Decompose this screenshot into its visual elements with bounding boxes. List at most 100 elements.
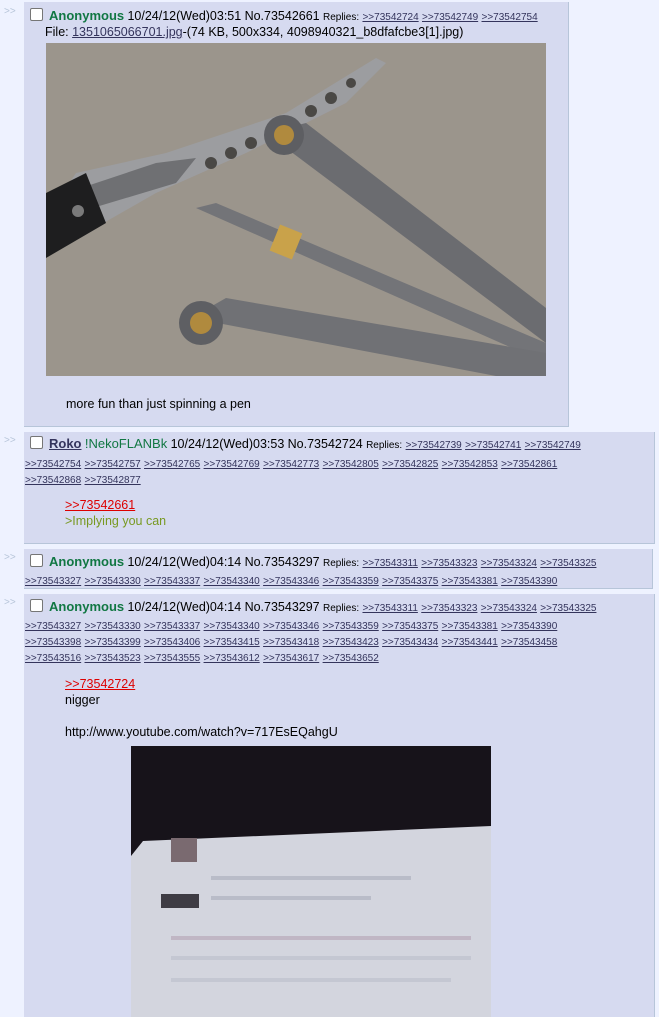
- post-comment: more fun than just spinning a pen: [66, 397, 251, 411]
- reply-link[interactable]: >>73543311: [362, 558, 417, 569]
- reply-link[interactable]: >>73542741: [465, 440, 521, 451]
- poster-tripcode: !NekoFLANBk: [84, 436, 168, 451]
- quote-link[interactable]: >>73542724: [65, 677, 135, 691]
- quote-link[interactable]: >>73542661: [65, 498, 135, 512]
- reply-link[interactable]: >>73543390: [501, 576, 557, 587]
- post-select-checkbox[interactable]: [30, 436, 43, 449]
- youtube-url: http://www.youtube.com/watch?v=717EsEQah…: [65, 725, 338, 739]
- replies-label: Replies:: [366, 440, 403, 451]
- post-number[interactable]: No.73542724: [288, 437, 363, 451]
- screen-photo: [131, 746, 491, 1017]
- reply-link[interactable]: >>73542868: [25, 475, 81, 486]
- reply-link[interactable]: >>73543555: [144, 653, 200, 664]
- greentext: >Implying you can: [65, 514, 167, 528]
- reply-link[interactable]: >>73543359: [323, 621, 379, 632]
- reply-link[interactable]: >>73543325: [540, 558, 596, 569]
- poster-name: Anonymous: [49, 554, 125, 569]
- post-arrow: >>: [4, 552, 16, 563]
- reply-link[interactable]: >>73543346: [263, 576, 319, 587]
- post-73542661: Anonymous 10/24/12(Wed)03:51 No.73542661…: [24, 2, 569, 427]
- reply-link[interactable]: >>73542739: [406, 440, 462, 451]
- post-arrow: >>: [4, 597, 16, 608]
- replies-label: Replies:: [322, 603, 360, 614]
- reply-link[interactable]: >>73543359: [323, 576, 379, 587]
- reply-link[interactable]: >>73543340: [204, 621, 260, 632]
- reply-link[interactable]: >>73543516: [25, 653, 81, 664]
- reply-link[interactable]: >>73543390: [501, 621, 557, 632]
- reply-link[interactable]: >>73543652: [323, 653, 379, 664]
- post-image[interactable]: [131, 746, 491, 1017]
- post-datetime: 10/24/12(Wed)03:51: [127, 9, 242, 23]
- file-label: File:: [45, 25, 69, 39]
- post-comment: nigger: [65, 693, 100, 707]
- reply-link[interactable]: >>73543617: [263, 653, 319, 664]
- reply-link[interactable]: >>73543330: [85, 621, 141, 632]
- post-number[interactable]: No.73542661: [245, 9, 320, 23]
- file-info: -(74 KB, 500x334, 4098940321_b8dfafcbe3[…: [182, 25, 464, 39]
- replies-label: Replies:: [322, 12, 360, 23]
- reply-link[interactable]: >>73542749: [525, 440, 581, 451]
- reply-link[interactable]: >>73542749: [422, 12, 478, 23]
- post-73543297-a: Anonymous 10/24/12(Wed)04:14 No.73543297…: [24, 549, 653, 589]
- reply-link[interactable]: >>73543324: [481, 558, 537, 569]
- reply-link[interactable]: >>73543381: [442, 576, 498, 587]
- reply-link[interactable]: >>73542805: [323, 459, 379, 470]
- post-number[interactable]: No.73543297: [245, 555, 320, 569]
- reply-link[interactable]: >>73543418: [263, 637, 319, 648]
- reply-link[interactable]: >>73543523: [85, 653, 141, 664]
- reply-link[interactable]: >>73543337: [144, 576, 200, 587]
- post-datetime: 10/24/12(Wed)04:14: [127, 555, 242, 569]
- reply-link[interactable]: >>73543399: [85, 637, 141, 648]
- reply-link[interactable]: >>73543337: [144, 621, 200, 632]
- reply-link[interactable]: >>73543375: [382, 576, 438, 587]
- reply-link[interactable]: >>73543434: [382, 637, 438, 648]
- reply-link[interactable]: >>73543323: [421, 603, 477, 614]
- reply-link[interactable]: >>73543458: [501, 637, 557, 648]
- reply-link[interactable]: >>73542769: [204, 459, 260, 470]
- reply-link[interactable]: >>73543325: [540, 603, 596, 614]
- reply-link[interactable]: >>73542853: [442, 459, 498, 470]
- reply-link[interactable]: >>73543327: [25, 576, 81, 587]
- poster-name[interactable]: Roko: [49, 436, 82, 451]
- reply-link[interactable]: >>73543375: [382, 621, 438, 632]
- post-73543297-b: Anonymous 10/24/12(Wed)04:14 No.73543297…: [24, 594, 655, 1017]
- post-73542724: Roko !NekoFLANBk 10/24/12(Wed)03:53 No.7…: [24, 432, 655, 544]
- reply-link[interactable]: >>73543415: [204, 637, 260, 648]
- reply-link[interactable]: >>73542825: [382, 459, 438, 470]
- reply-link[interactable]: >>73543346: [263, 621, 319, 632]
- reply-link[interactable]: >>73543398: [25, 637, 81, 648]
- poster-name: Anonymous: [49, 599, 125, 614]
- reply-link[interactable]: >>73542757: [85, 459, 141, 470]
- reply-link[interactable]: >>73543324: [481, 603, 537, 614]
- post-select-checkbox[interactable]: [30, 8, 43, 21]
- post-arrow: >>: [4, 435, 16, 446]
- reply-link[interactable]: >>73543381: [442, 621, 498, 632]
- post-arrow: >>: [4, 6, 16, 17]
- reply-link[interactable]: >>73542861: [501, 459, 557, 470]
- reply-link[interactable]: >>73542765: [144, 459, 200, 470]
- post-select-checkbox[interactable]: [30, 599, 43, 612]
- reply-link[interactable]: >>73543340: [204, 576, 260, 587]
- reply-link[interactable]: >>73543406: [144, 637, 200, 648]
- reply-link[interactable]: >>73542877: [85, 475, 141, 486]
- reply-link[interactable]: >>73543423: [323, 637, 379, 648]
- reply-link[interactable]: >>73542724: [362, 12, 418, 23]
- reply-link[interactable]: >>73543311: [362, 603, 417, 614]
- post-select-checkbox[interactable]: [30, 554, 43, 567]
- reply-link[interactable]: >>73543441: [442, 637, 498, 648]
- reply-link[interactable]: >>73542773: [263, 459, 319, 470]
- replies-label: Replies:: [322, 558, 360, 569]
- reply-link[interactable]: >>73543330: [85, 576, 141, 587]
- reply-link[interactable]: >>73543327: [25, 621, 81, 632]
- reply-link[interactable]: >>73542754: [482, 12, 538, 23]
- knife-pen-photo: [46, 43, 546, 376]
- post-datetime: 10/24/12(Wed)04:14: [127, 600, 242, 614]
- reply-link[interactable]: >>73543612: [204, 653, 260, 664]
- post-datetime: 10/24/12(Wed)03:53: [170, 437, 285, 451]
- post-number[interactable]: No.73543297: [245, 600, 320, 614]
- post-image[interactable]: [46, 43, 546, 376]
- poster-name: Anonymous: [49, 8, 125, 23]
- reply-link[interactable]: >>73542754: [25, 459, 81, 470]
- reply-link[interactable]: >>73543323: [421, 558, 477, 569]
- file-link[interactable]: 1351065066701.jpg: [72, 25, 183, 39]
